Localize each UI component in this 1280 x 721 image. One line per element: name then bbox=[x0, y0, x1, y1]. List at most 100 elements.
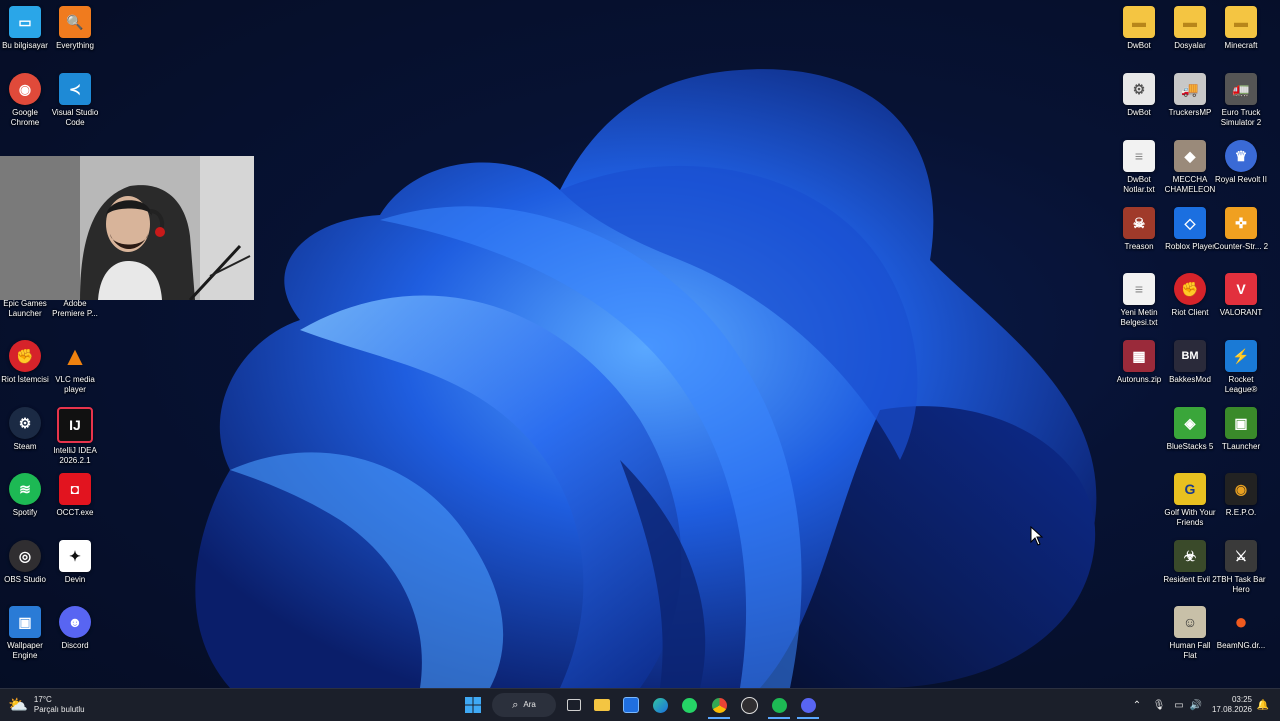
folder-icon: ▬ bbox=[1225, 6, 1257, 38]
clock-date: 17.08.2026 bbox=[1211, 705, 1252, 714]
search-icon: ⌕ bbox=[512, 698, 519, 711]
volume-tray-button[interactable]: 🔊 bbox=[1189, 693, 1203, 717]
search-button[interactable]: ⌕ Ara bbox=[492, 693, 556, 717]
desktop-icon-tbh[interactable]: ⚔ TBH Task Bar Hero bbox=[1216, 540, 1266, 595]
desktop-icon-dosyalar[interactable]: ▬ Dosyalar bbox=[1165, 6, 1215, 51]
desktop-icon-everything[interactable]: 🔍 Everything bbox=[50, 6, 100, 51]
desktop-icon-riot-istemcisi[interactable]: ✊ Riot İstemcisi bbox=[0, 340, 50, 385]
network-tray-button[interactable]: ▭ bbox=[1172, 693, 1186, 717]
taskbar-whatsapp[interactable] bbox=[679, 693, 699, 717]
desktop-icon-treason[interactable]: ☠ Treason bbox=[1114, 207, 1164, 252]
task-view-button[interactable] bbox=[564, 693, 584, 717]
spotify-icon: ≋ bbox=[9, 473, 41, 505]
desktop-icon-obs[interactable]: ◎ OBS Studio bbox=[0, 540, 50, 585]
bakkesmod-icon: BM bbox=[1174, 340, 1206, 372]
edge-icon bbox=[652, 697, 668, 713]
microphone-tray-button[interactable]: 🎙 bbox=[1152, 693, 1166, 717]
folder-icon bbox=[594, 699, 610, 711]
desktop-icon-pc[interactable]: ▭ Bu bilgisayar bbox=[0, 6, 50, 51]
desktop-icon-label: Counter-Str... 2 bbox=[1213, 242, 1269, 251]
desktop-icon-roblox[interactable]: ◇ Roblox Player bbox=[1165, 207, 1215, 252]
vlc-icon: ▲ bbox=[62, 340, 88, 371]
taskbar-obs[interactable] bbox=[738, 693, 760, 717]
desktop-icon-discord[interactable]: ☻ Discord bbox=[50, 606, 100, 651]
desktop-icon-label: DwBot bbox=[1127, 41, 1151, 50]
desktop-icon-bakkesmod[interactable]: BM BakkesMod bbox=[1165, 340, 1215, 385]
desktop-icon-label: Visual Studio Code bbox=[51, 108, 99, 127]
vscode-icon: ≺ bbox=[59, 73, 91, 105]
desktop-icon-minecraft-folder[interactable]: ▬ Minecraft bbox=[1216, 6, 1266, 51]
network-icon: ▭ bbox=[1174, 699, 1184, 711]
desktop-icon-label: Autoruns.zip bbox=[1116, 375, 1162, 384]
start-button[interactable] bbox=[462, 693, 484, 717]
desktop-icon-dwbot-settings[interactable]: ⚙ DwBot bbox=[1114, 73, 1164, 118]
desktop-icon-ets2[interactable]: 🚛 Euro Truck Simulator 2 bbox=[1216, 73, 1266, 128]
taskbar-file-explorer[interactable] bbox=[592, 693, 612, 717]
spotify-icon bbox=[771, 697, 787, 713]
text-file-icon: ≡ bbox=[1123, 273, 1155, 305]
desktop-icon-label: BeamNG.dr... bbox=[1216, 641, 1266, 650]
tlauncher-icon: ▣ bbox=[1225, 407, 1257, 439]
ets2-icon: 🚛 bbox=[1225, 73, 1257, 105]
discord-icon: ☻ bbox=[59, 606, 91, 638]
desktop-icon-human-fall-flat[interactable]: ☺ Human Fall Flat bbox=[1165, 606, 1215, 661]
desktop-icon-rocket-league[interactable]: ⚡ Rocket League® bbox=[1216, 340, 1266, 395]
clock[interactable]: 03:25 17.08.2026 bbox=[1208, 693, 1252, 717]
folder-icon: ▬ bbox=[1174, 6, 1206, 38]
desktop-icon-tlauncher[interactable]: ▣ TLauncher bbox=[1216, 407, 1266, 452]
desktop-icon-label: DwBot bbox=[1127, 108, 1151, 117]
human-fall-flat-icon: ☺ bbox=[1174, 606, 1206, 638]
desktop-icon-label: Bu bilgisayar bbox=[2, 41, 48, 50]
weather-widget[interactable]: ⛅ 17°C Parçalı bulutlu bbox=[8, 693, 98, 717]
desktop-icon-wallpaper-engine[interactable]: ▣ Wallpaper Engine bbox=[0, 606, 50, 661]
desktop-icon-label: Royal Revolt II bbox=[1214, 175, 1268, 184]
desktop-icon-label: Steam bbox=[13, 442, 37, 451]
show-hidden-icons-button[interactable]: ⌃ bbox=[1130, 693, 1144, 717]
desktop-icon-vlc[interactable]: ▲ VLC media player bbox=[50, 340, 100, 395]
taskbar-spotify[interactable] bbox=[768, 693, 790, 719]
steam-icon: ⚙ bbox=[9, 407, 41, 439]
desktop-icon-dwbot-notlar[interactable]: ≡ DwBot Notlar.txt bbox=[1114, 140, 1164, 195]
taskbar-chrome[interactable] bbox=[708, 693, 730, 719]
taskbar-edge[interactable] bbox=[650, 693, 670, 717]
desktop-icon-label: Riot Client bbox=[1171, 308, 1209, 317]
desktop-icon-beamng[interactable]: ● BeamNG.dr... bbox=[1216, 606, 1266, 651]
tbh-icon: ⚔ bbox=[1225, 540, 1257, 572]
desktop-icon-vscode[interactable]: ≺ Visual Studio Code bbox=[50, 73, 100, 128]
desktop-icon-label: BakkesMod bbox=[1169, 375, 1211, 384]
chrome-icon: ◉ bbox=[9, 73, 41, 105]
desktop-icon-steam[interactable]: ⚙ Steam bbox=[0, 407, 50, 452]
notifications-button[interactable]: 🔔 bbox=[1256, 693, 1270, 717]
desktop-icon-cs2[interactable]: ✜ Counter-Str... 2 bbox=[1213, 207, 1269, 252]
weather-desc: Parçalı bulutlu bbox=[33, 705, 85, 714]
desktop-icon-royal-revolt[interactable]: ♛ Royal Revolt II bbox=[1214, 140, 1268, 185]
desktop-icon-chrome[interactable]: ◉ Google Chrome bbox=[0, 73, 50, 128]
desktop-icon-truckersmp[interactable]: 🚚 TruckersMP bbox=[1165, 73, 1215, 118]
desktop-icon-occt[interactable]: ◘ OCCT.exe bbox=[50, 473, 100, 518]
desktop-icon-label: Minecraft bbox=[1224, 41, 1258, 50]
desktop-icon-spotify[interactable]: ≋ Spotify bbox=[0, 473, 50, 518]
webcam-person-image bbox=[0, 156, 254, 300]
desktop-icon-yeni-metin[interactable]: ≡ Yeni Metin Belgesi.txt bbox=[1114, 273, 1164, 328]
desktop-icon-label: Golf With Your Friends bbox=[1164, 508, 1216, 527]
desktop-icon-golf[interactable]: G Golf With Your Friends bbox=[1164, 473, 1216, 528]
desktop-icon-bluestacks[interactable]: ◈ BlueStacks 5 bbox=[1165, 407, 1215, 452]
desktop-icon-repo[interactable]: ◉ R.E.P.O. bbox=[1216, 473, 1266, 518]
desktop-icon-meccha[interactable]: ◆ MECCHA CHAMELEON bbox=[1165, 140, 1215, 195]
taskbar-store[interactable] bbox=[621, 693, 641, 717]
desktop-icon-label: Google Chrome bbox=[10, 108, 40, 127]
desktop: ▭ Bu bilgisayar 🔍 Everything ◉ Google Ch… bbox=[0, 0, 1280, 688]
desktop-icon-resident-evil[interactable]: ☣ Resident Evil 2 bbox=[1163, 540, 1217, 585]
meccha-icon: ◆ bbox=[1174, 140, 1206, 172]
cs2-icon: ✜ bbox=[1225, 207, 1257, 239]
desktop-icon-autoruns[interactable]: ▦ Autoruns.zip bbox=[1114, 340, 1164, 385]
desktop-icon-label: Epic Games Launcher bbox=[3, 299, 47, 318]
desktop-icon-devin[interactable]: ✦ Devin bbox=[50, 540, 100, 585]
desktop-icon-dwbot-folder[interactable]: ▬ DwBot bbox=[1114, 6, 1164, 51]
taskbar-discord[interactable] bbox=[797, 693, 819, 719]
desktop-icon-valorant[interactable]: V VALORANT bbox=[1216, 273, 1266, 318]
webcam-overlay bbox=[0, 156, 254, 300]
desktop-icon-riot-client[interactable]: ✊ Riot Client bbox=[1165, 273, 1215, 318]
whatsapp-icon bbox=[681, 697, 697, 713]
desktop-icon-intellij[interactable]: IJ IntelliJ IDEA 2026.2.1 bbox=[50, 407, 100, 466]
